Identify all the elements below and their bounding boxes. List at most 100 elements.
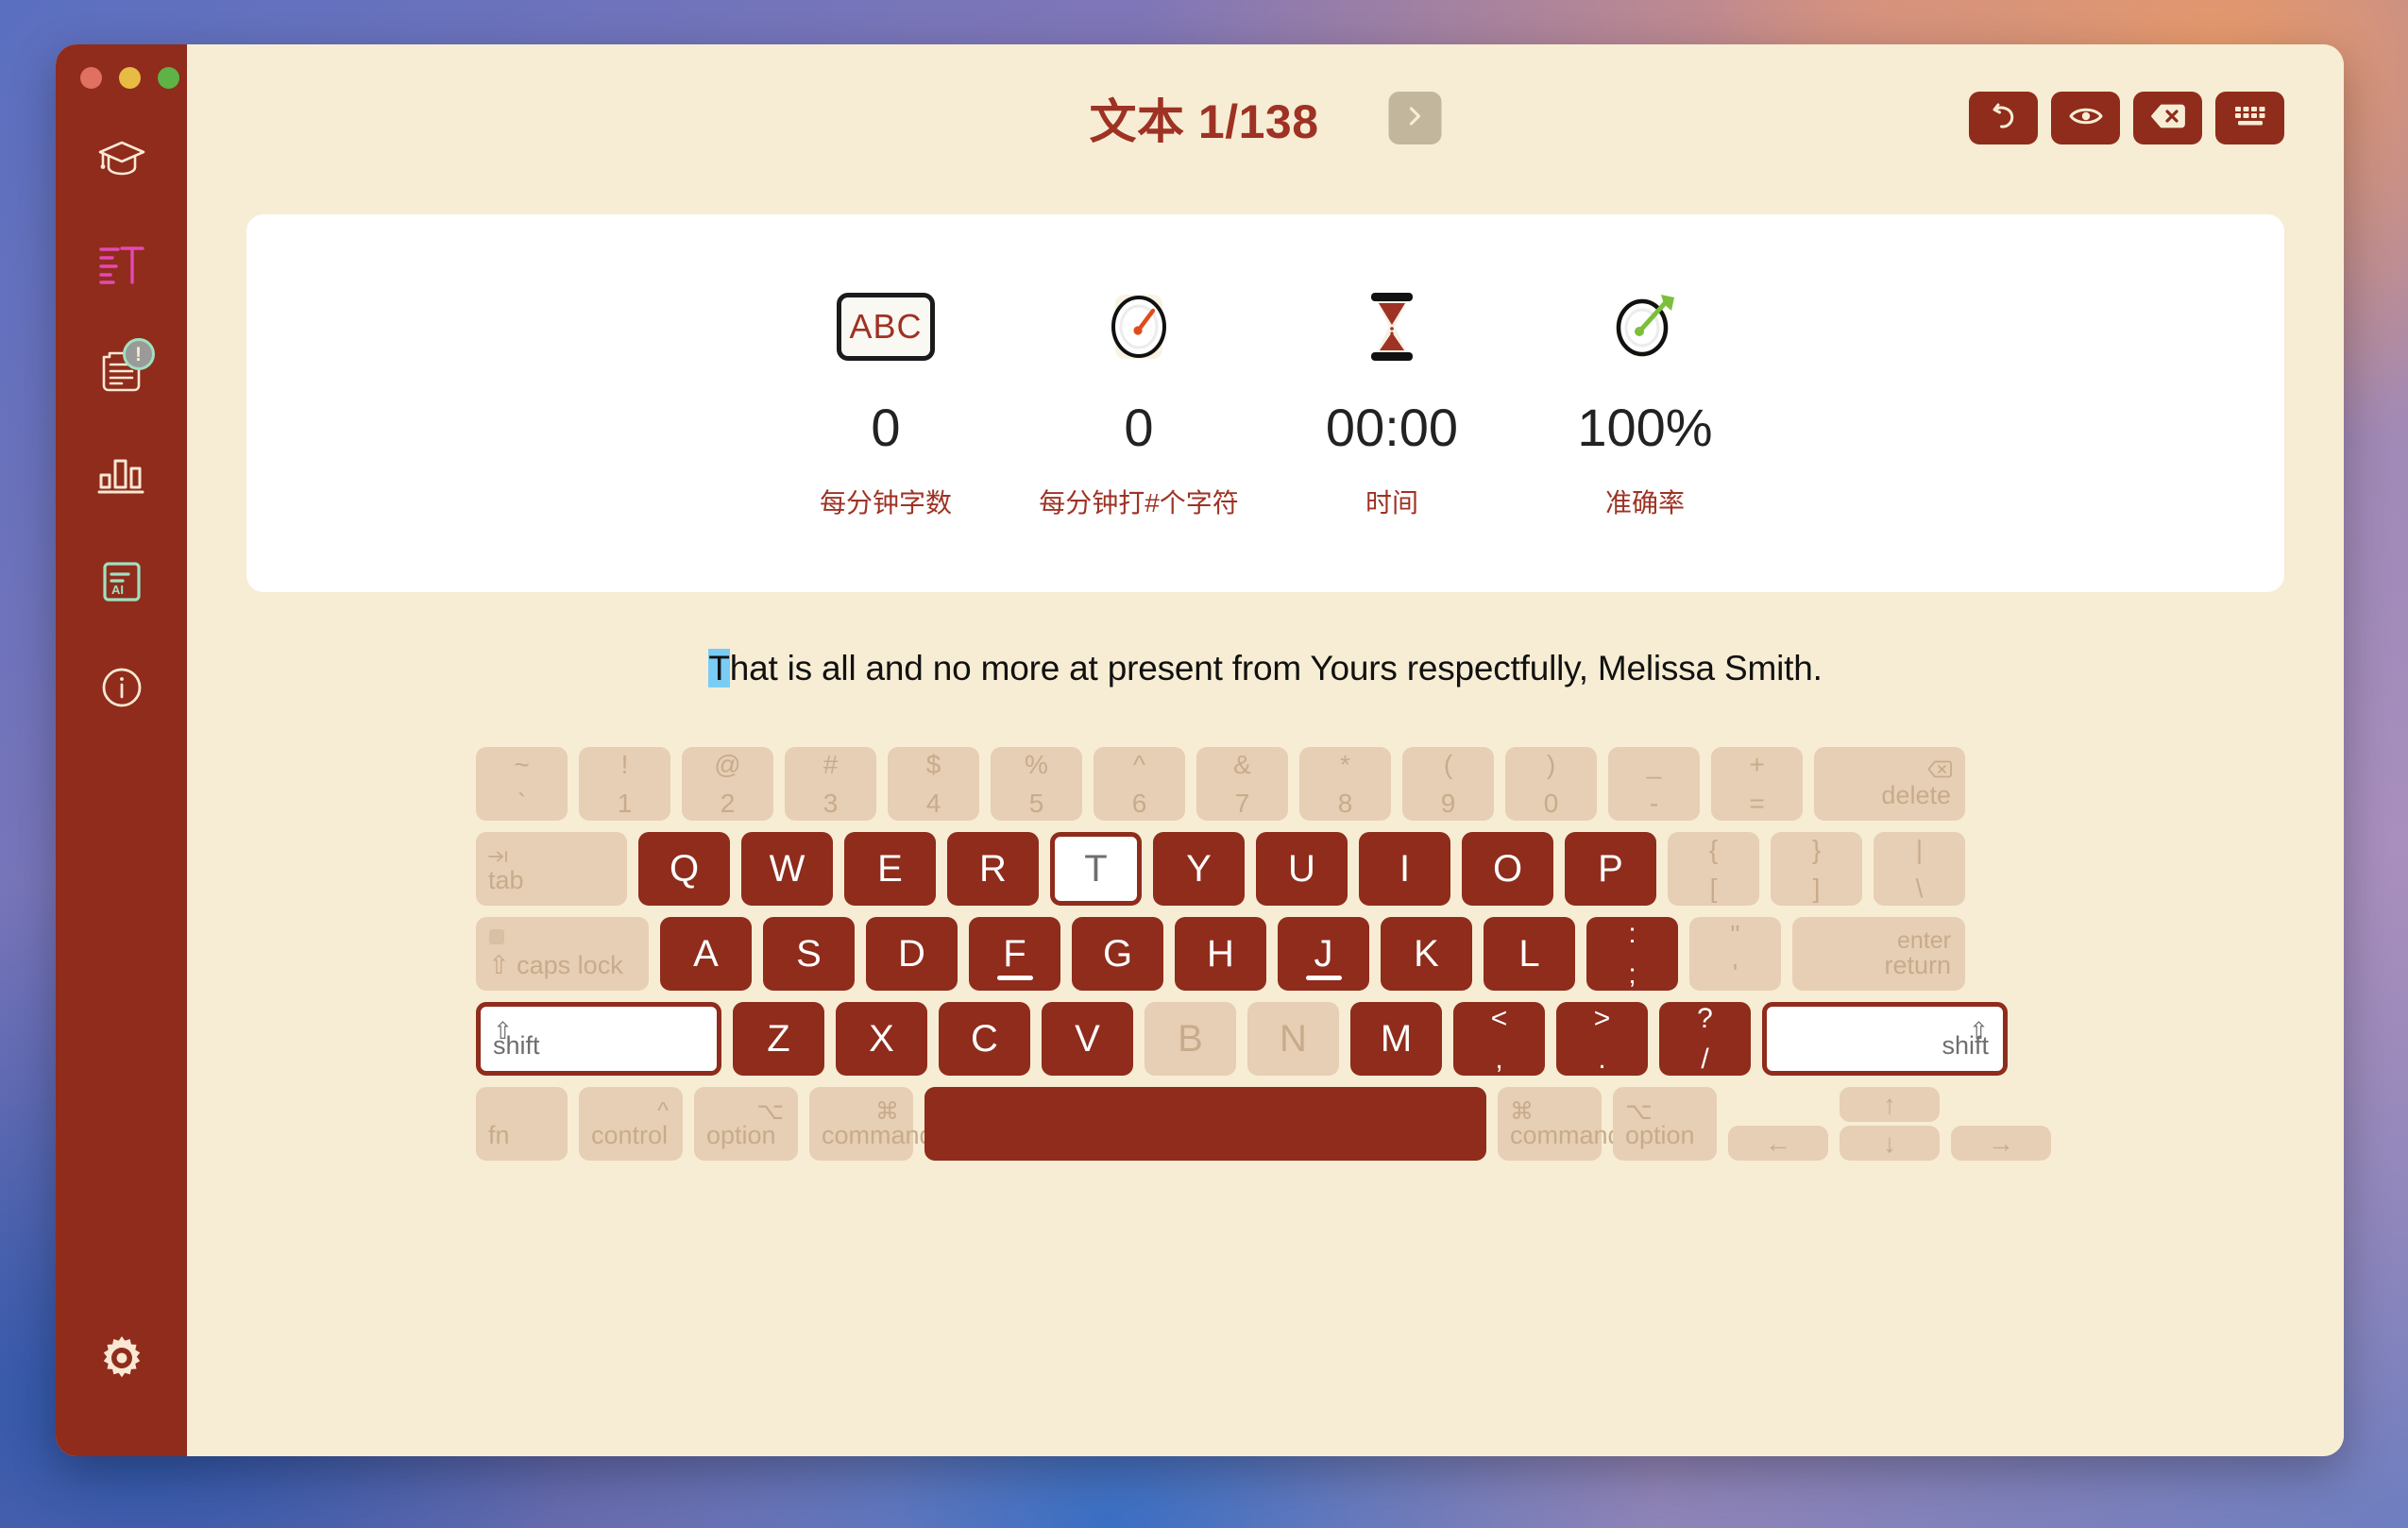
key-arrow-down[interactable]: ↓ bbox=[1840, 1126, 1940, 1161]
minimize-button[interactable] bbox=[119, 67, 141, 89]
key-r[interactable]: R bbox=[947, 832, 1039, 906]
key-m[interactable]: M bbox=[1350, 1002, 1442, 1076]
key-bottom-label: 7 bbox=[1234, 788, 1250, 818]
key-y[interactable]: Y bbox=[1153, 832, 1245, 906]
key-g[interactable]: G bbox=[1072, 917, 1163, 991]
key-a[interactable]: A bbox=[660, 917, 752, 991]
key-semicolon[interactable]: :; bbox=[1586, 917, 1678, 991]
key-command-right[interactable]: ⌘ command bbox=[1498, 1087, 1622, 1161]
sidebar-item-lessons[interactable] bbox=[87, 132, 157, 189]
key-minus[interactable]: _ - bbox=[1608, 747, 1700, 821]
key-s[interactable]: S bbox=[763, 917, 855, 991]
key-arrow-right[interactable]: → bbox=[1951, 1126, 2051, 1161]
documents-alert-badge: ! bbox=[122, 338, 155, 370]
sidebar-item-settings[interactable] bbox=[87, 1332, 157, 1388]
caps-lock-arrow-icon: ⇧ bbox=[488, 951, 510, 979]
key-control[interactable]: ^ control bbox=[579, 1087, 683, 1161]
restart-button[interactable] bbox=[1969, 91, 2038, 144]
key-bracket-left[interactable]: {[ bbox=[1668, 832, 1759, 906]
sidebar: ! AI bbox=[56, 44, 187, 1456]
key-bottom-label: - bbox=[1649, 788, 1659, 818]
abc-box-label: ABC bbox=[837, 293, 935, 361]
caps-lock-indicator-icon bbox=[489, 929, 504, 944]
key-comma[interactable]: <, bbox=[1453, 1002, 1545, 1076]
key-e[interactable]: E bbox=[844, 832, 936, 906]
key-period[interactable]: >. bbox=[1556, 1002, 1648, 1076]
toggle-keyboard-button[interactable] bbox=[2215, 91, 2284, 144]
key-6[interactable]: ^ 6 bbox=[1094, 747, 1185, 821]
key-4[interactable]: $4 bbox=[888, 747, 979, 821]
key-letter: M bbox=[1380, 1017, 1413, 1060]
key-n[interactable]: N bbox=[1247, 1002, 1339, 1076]
key-slash[interactable]: ? / bbox=[1659, 1002, 1751, 1076]
sidebar-item-documents[interactable]: ! bbox=[87, 338, 157, 400]
key-i[interactable]: I bbox=[1359, 832, 1450, 906]
key-arrow-up[interactable]: ↑ bbox=[1840, 1087, 1940, 1122]
key-j[interactable]: J bbox=[1278, 917, 1369, 991]
key-shift-right[interactable]: ⇧ shift bbox=[1762, 1002, 2008, 1076]
sidebar-item-text-practice[interactable] bbox=[87, 238, 157, 295]
close-button[interactable] bbox=[80, 67, 102, 89]
key-top-label: ^ bbox=[1132, 749, 1146, 779]
key-top-label: | bbox=[1915, 834, 1924, 864]
key-5[interactable]: % 5 bbox=[991, 747, 1082, 821]
key-l[interactable]: L bbox=[1484, 917, 1575, 991]
key-option-left[interactable]: ⌥ option bbox=[694, 1087, 798, 1161]
key-option-right[interactable]: ⌥ option bbox=[1613, 1087, 1717, 1161]
key-delete[interactable]: delete bbox=[1814, 747, 1965, 821]
stat-cpm: 0 每分钟打#个字符 bbox=[1012, 286, 1265, 520]
key-h[interactable]: H bbox=[1175, 917, 1266, 991]
key-d[interactable]: D bbox=[866, 917, 958, 991]
key-delete-label: delete bbox=[1881, 781, 1951, 809]
key-k[interactable]: K bbox=[1381, 917, 1472, 991]
speedometer-icon bbox=[1102, 286, 1176, 367]
backspace-x-icon bbox=[2150, 103, 2186, 132]
key-fn[interactable]: fn bbox=[476, 1087, 568, 1161]
key-b[interactable]: B bbox=[1145, 1002, 1236, 1076]
key-space[interactable] bbox=[924, 1087, 1486, 1161]
key-u[interactable]: U bbox=[1256, 832, 1348, 906]
key-t[interactable]: T bbox=[1050, 832, 1142, 906]
key-quote[interactable]: " ' bbox=[1689, 917, 1781, 991]
maximize-button[interactable] bbox=[158, 67, 179, 89]
sidebar-item-ai-text[interactable]: AI bbox=[87, 555, 157, 612]
preview-button[interactable] bbox=[2051, 91, 2120, 144]
key-0[interactable]: ) 0 bbox=[1505, 747, 1597, 821]
key-3[interactable]: #3 bbox=[785, 747, 876, 821]
key-shift-left[interactable]: ⇧ shift bbox=[476, 1002, 721, 1076]
key-backslash[interactable]: | \ bbox=[1874, 832, 1965, 906]
key-q[interactable]: Q bbox=[638, 832, 730, 906]
key-o[interactable]: O bbox=[1462, 832, 1553, 906]
next-text-button[interactable] bbox=[1388, 91, 1442, 144]
key-backtick[interactable]: ~ ` bbox=[476, 747, 568, 821]
key-x[interactable]: X bbox=[836, 1002, 927, 1076]
key-v[interactable]: V bbox=[1042, 1002, 1133, 1076]
page-title: 文本 1/138 bbox=[1089, 94, 1319, 148]
key-f[interactable]: F bbox=[969, 917, 1060, 991]
header-toolbar bbox=[1969, 91, 2284, 144]
key-p[interactable]: P bbox=[1565, 832, 1656, 906]
key-w[interactable]: W bbox=[741, 832, 833, 906]
backspace-icon bbox=[1927, 760, 1952, 783]
key-caps-lock[interactable]: ⇧ caps lock bbox=[476, 917, 649, 991]
key-2[interactable]: @2 bbox=[682, 747, 773, 821]
key-z[interactable]: Z bbox=[733, 1002, 824, 1076]
key-bracket-right[interactable]: }] bbox=[1771, 832, 1862, 906]
key-equals[interactable]: + = bbox=[1711, 747, 1803, 821]
key-c[interactable]: C bbox=[939, 1002, 1030, 1076]
clear-button[interactable] bbox=[2133, 91, 2202, 144]
arrow-down-icon: ↓ bbox=[1883, 1128, 1896, 1158]
key-arrow-left[interactable]: ← bbox=[1728, 1126, 1828, 1161]
key-8[interactable]: * 8 bbox=[1299, 747, 1391, 821]
key-return[interactable]: enter return bbox=[1792, 917, 1965, 991]
sidebar-item-statistics[interactable] bbox=[87, 450, 157, 506]
key-7[interactable]: & 7 bbox=[1196, 747, 1288, 821]
key-9[interactable]: (9 bbox=[1402, 747, 1494, 821]
key-top-label: > bbox=[1593, 1002, 1611, 1034]
key-tab[interactable]: tab bbox=[476, 832, 627, 906]
key-letter: I bbox=[1399, 847, 1411, 890]
key-command-left[interactable]: ⌘ command bbox=[809, 1087, 934, 1161]
key-1[interactable]: ! 1 bbox=[579, 747, 670, 821]
key-top-label: : bbox=[1628, 917, 1636, 949]
sidebar-item-about[interactable] bbox=[87, 661, 157, 718]
